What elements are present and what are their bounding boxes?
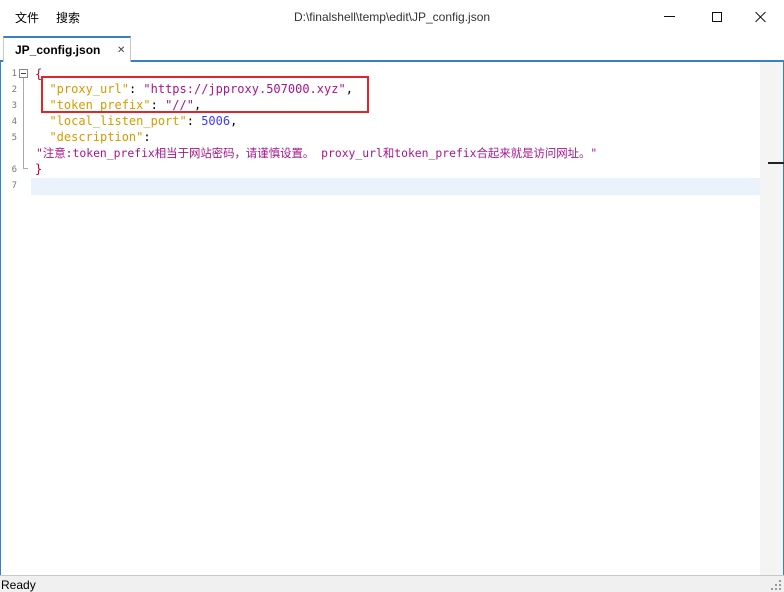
- line-number: 6: [11, 165, 17, 175]
- line-number: 4: [11, 117, 17, 127]
- title-bar: 文件 搜索 D:\finalshell\temp\edit\JP_config.…: [0, 0, 784, 33]
- scroll-marker: [768, 162, 784, 164]
- tab-close-icon[interactable]: ✕: [117, 45, 125, 56]
- json-key-description: "description": [49, 130, 144, 144]
- brace-close: }: [35, 162, 43, 176]
- minimize-button[interactable]: [646, 0, 692, 33]
- tab-jp-config[interactable]: JP_config.json ✕: [3, 36, 131, 62]
- line-number: 1: [11, 69, 17, 79]
- colon: :: [143, 130, 151, 144]
- json-key-local-listen-port: "local_listen_port": [49, 114, 187, 128]
- current-line-highlight: [31, 178, 760, 195]
- json-value-description: "注意:token_prefix相当于网站密码，请谨慎设置。 proxy_url…: [36, 146, 598, 160]
- line-number: 2: [11, 85, 17, 95]
- fold-toggle-icon[interactable]: [19, 69, 28, 78]
- tab-strip: JP_config.json ✕: [0, 33, 784, 62]
- close-icon: [755, 11, 767, 23]
- close-window-button[interactable]: [738, 0, 784, 33]
- fold-guide-end: [23, 168, 28, 169]
- status-bar: Ready: [0, 575, 784, 592]
- comma: ,: [230, 114, 238, 128]
- line-number: 3: [11, 101, 17, 111]
- vertical-scrollbar[interactable]: [760, 62, 783, 575]
- line-number: 7: [11, 181, 17, 191]
- json-value-port: 5006: [201, 114, 231, 128]
- resize-grip-icon[interactable]: [770, 579, 782, 591]
- tab-label: JP_config.json: [15, 43, 101, 57]
- code-line-6: }: [35, 161, 42, 177]
- status-text: Ready: [1, 578, 36, 592]
- code-line-4: "local_listen_port": 5006,: [35, 113, 237, 129]
- line-number-gutter: 1 2 3 4 5 6 7: [1, 62, 29, 571]
- minimize-icon: [663, 16, 675, 17]
- line-number: 5: [11, 133, 17, 143]
- red-annotation-box: [41, 76, 369, 113]
- maximize-button[interactable]: [694, 0, 740, 33]
- fold-guide: [23, 78, 24, 168]
- maximize-icon: [712, 11, 722, 22]
- code-line-5-wrap: "注意:token_prefix相当于网站密码，请谨慎设置。 proxy_url…: [36, 145, 597, 161]
- colon: :: [186, 114, 202, 128]
- code-line-5: "description":: [35, 129, 151, 145]
